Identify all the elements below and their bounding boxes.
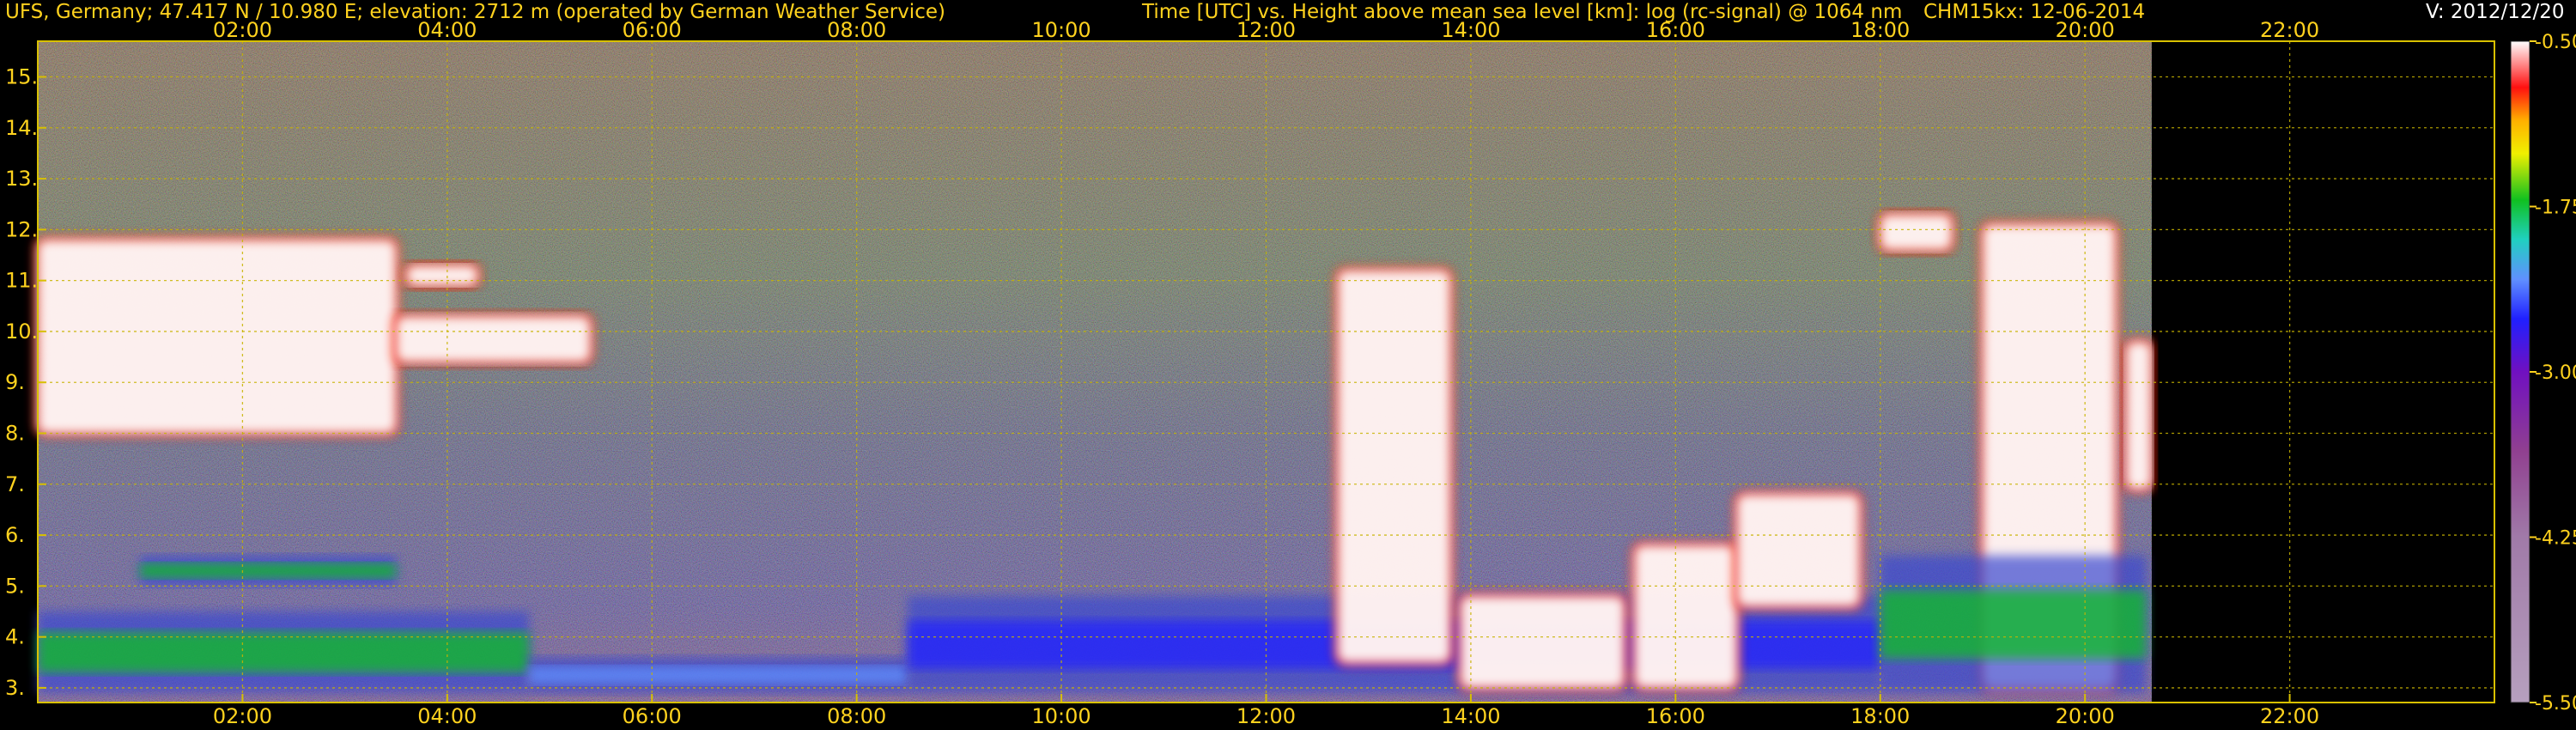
colorbar-tick-label: -5.50 xyxy=(2535,693,2576,715)
y-tick-label: 9. xyxy=(5,370,25,394)
y-tick-label: 6. xyxy=(5,523,25,547)
y-tick-label: 11. xyxy=(5,269,38,293)
x-tick-label-top: 18:00 xyxy=(1850,18,1910,42)
x-tick-label-top: 06:00 xyxy=(623,18,682,42)
x-tick-label-top: 02:00 xyxy=(213,18,272,42)
y-tick-label: 13. xyxy=(5,167,38,191)
x-tick-label-bottom: 02:00 xyxy=(213,704,272,728)
ceilometer-chart: 02:00 02:00 04:00 04:00 06:00 06:00 08:00 08:00… xyxy=(5,18,2576,728)
x-tick-label-top: 12:00 xyxy=(1236,18,1296,42)
y-tick-label: 7. xyxy=(5,472,25,496)
x-tick-label-bottom: 20:00 xyxy=(2056,704,2115,728)
colorbar-tick-label: -0.50 xyxy=(2535,32,2576,53)
y-tick-label: 14. xyxy=(5,116,38,140)
x-tick-label-top: 14:00 xyxy=(1441,18,1500,42)
y-tick-label: 3. xyxy=(5,676,25,700)
y-tick-label: 12. xyxy=(5,217,38,241)
y-tick-label: 15. xyxy=(5,64,38,88)
boundary-layer xyxy=(38,611,530,693)
x-tick-label-top: 22:00 xyxy=(2260,18,2319,42)
cloud-layer xyxy=(1456,593,1628,691)
x-tick-label-top: 08:00 xyxy=(827,18,886,42)
cloud-layer xyxy=(1334,266,1455,666)
x-tick-label-top: 04:00 xyxy=(417,18,477,42)
x-tick-label-top: 16:00 xyxy=(1646,18,1705,42)
x-tick-label-bottom: 16:00 xyxy=(1646,704,1705,728)
boundary-layer xyxy=(1880,555,2147,693)
cloud-layer xyxy=(34,236,400,437)
colorbar: -0.50 -1.75 -3.00 -4.25 -5.50 xyxy=(2510,32,2576,715)
colorbar-scale xyxy=(2510,40,2530,703)
colorbar-tick-label: -3.00 xyxy=(2535,362,2576,384)
x-tick-label-bottom: 06:00 xyxy=(623,704,682,728)
colorbar-tick-label: -4.25 xyxy=(2535,528,2576,550)
x-tick-label-bottom: 04:00 xyxy=(417,704,477,728)
x-tick-label-top: 10:00 xyxy=(1031,18,1091,42)
x-tick-label-bottom: 12:00 xyxy=(1236,704,1296,728)
y-tick-label: 5. xyxy=(5,574,25,598)
cloud-layer xyxy=(1631,541,1741,691)
x-tick-label-bottom: 08:00 xyxy=(827,704,886,728)
cloud-layer xyxy=(403,261,482,289)
colorbar-tick-label: -1.75 xyxy=(2535,198,2576,219)
x-tick-label-bottom: 18:00 xyxy=(1850,704,1910,728)
cloud-layer xyxy=(1876,210,1956,254)
x-tick-label-bottom: 14:00 xyxy=(1441,704,1500,728)
cloud-layer xyxy=(392,313,594,366)
y-tick-label: 10. xyxy=(5,319,38,344)
boundary-layer xyxy=(140,555,397,587)
x-tick-label-top: 20:00 xyxy=(2056,18,2115,42)
x-tick-label-bottom: 10:00 xyxy=(1031,704,1091,728)
x-tick-label-bottom: 22:00 xyxy=(2260,704,2319,728)
y-tick-label: 4. xyxy=(5,625,25,649)
y-tick-label: 8. xyxy=(5,421,25,445)
cloud-layer xyxy=(2122,338,2155,493)
cloud-layer xyxy=(1733,490,1863,611)
